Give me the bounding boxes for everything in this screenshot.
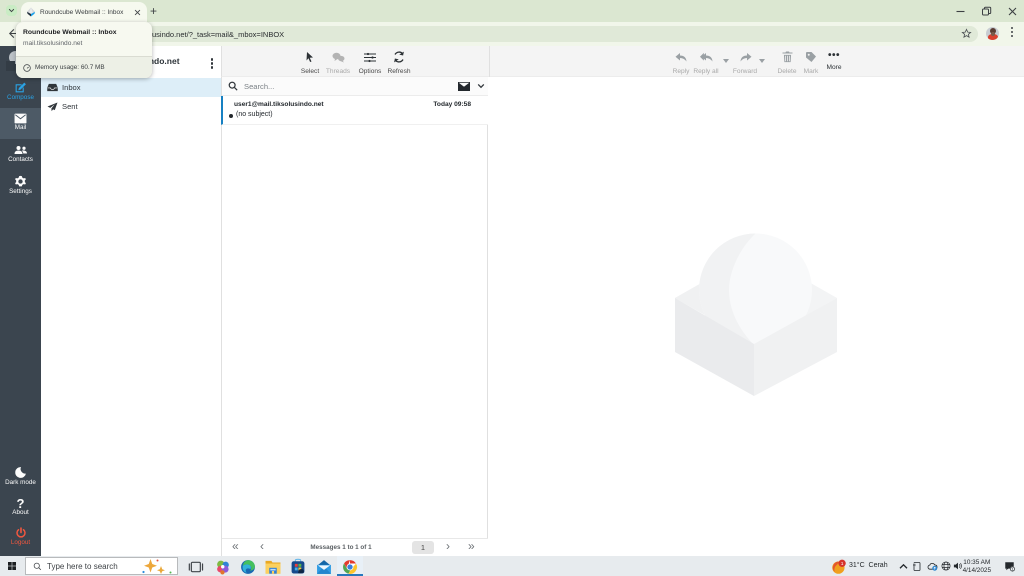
svg-text:1: 1 — [841, 561, 844, 567]
